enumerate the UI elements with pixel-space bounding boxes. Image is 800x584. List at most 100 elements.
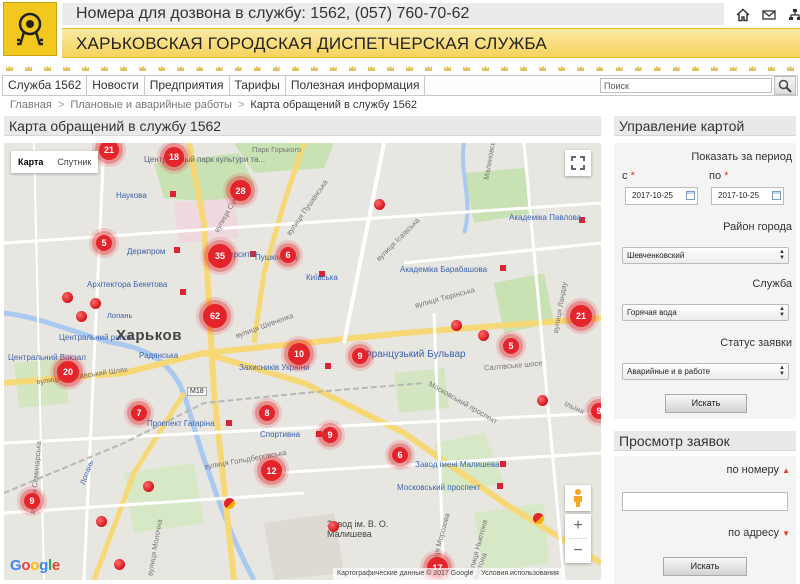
status-select[interactable]: Аварийные и в работе ▲ ▼	[622, 363, 789, 380]
map-label: Спортивна	[260, 430, 301, 439]
cluster-marker[interactable]: 35	[208, 244, 232, 268]
cluster-marker[interactable]: 9	[591, 403, 601, 419]
map-label: Лопань	[107, 311, 133, 320]
cluster-marker[interactable]: 20	[57, 361, 79, 383]
request-marker[interactable]	[224, 498, 235, 509]
logo[interactable]	[3, 2, 57, 56]
status-value: Аварийные и в работе	[627, 367, 711, 376]
by-number-label: по номеру	[726, 464, 780, 476]
request-marker[interactable]	[62, 292, 73, 303]
map-label: Московський проспект	[397, 483, 481, 492]
district-select[interactable]: Шевченковский ▲ ▼	[622, 247, 789, 264]
pegman-icon	[574, 489, 582, 507]
map-label: Парк Горького	[252, 145, 302, 154]
map[interactable]: Центральный парк культури та... Наукова …	[4, 143, 601, 580]
map-label: Академіка Павлова	[509, 213, 582, 222]
cluster-marker[interactable]: 6	[392, 447, 408, 463]
mail-icon[interactable]	[762, 8, 776, 22]
map-control-title: Управление картой	[614, 116, 796, 136]
keys-logo-icon	[17, 12, 43, 46]
search-button[interactable]	[774, 76, 796, 95]
from-label: с *	[622, 170, 635, 182]
breadcrumb-home[interactable]: Главная	[10, 98, 52, 112]
city-label: Харьков	[116, 327, 182, 344]
breadcrumb: Главная > Плановые и аварийные работы > …	[10, 98, 417, 112]
nav-item-tariffs[interactable]: Тарифы	[230, 76, 286, 95]
requests-search-button[interactable]: Искать	[663, 557, 747, 576]
cluster-marker[interactable]: 10	[288, 343, 310, 365]
request-marker[interactable]	[533, 513, 544, 524]
cluster-marker[interactable]: 5	[96, 235, 112, 251]
request-number-input[interactable]	[622, 492, 788, 511]
period-label: Показать за период	[691, 151, 792, 163]
request-marker[interactable]	[537, 395, 548, 406]
district-value: Шевченковский	[627, 251, 685, 260]
cluster-marker[interactable]: 5	[503, 338, 519, 354]
main-nav: Служба 1562 Новости Предприятия Тарифы П…	[2, 75, 798, 96]
zoom-control: + −	[565, 514, 591, 563]
cluster-marker[interactable]: 9	[24, 493, 40, 509]
request-marker[interactable]	[96, 516, 107, 527]
map-label: Завод імені Малишева	[415, 460, 500, 469]
nav-item-enterprises[interactable]: Предприятия	[145, 76, 230, 95]
calendar-icon[interactable]	[772, 191, 781, 200]
search-icon	[778, 79, 792, 93]
request-marker[interactable]	[328, 521, 339, 532]
page: Номера для дозвона в службу: 1562, (057)…	[0, 0, 800, 584]
to-date-input[interactable]: 2017-10-25	[711, 187, 784, 205]
google-logo: Google	[10, 557, 60, 574]
sitemap-icon[interactable]	[788, 8, 800, 22]
service-select[interactable]: Горячая вода ▲ ▼	[622, 304, 789, 321]
district-label: Район города	[723, 221, 792, 233]
cluster-marker[interactable]: 6	[280, 247, 296, 263]
map-search-button[interactable]: Искать	[665, 394, 747, 413]
calendar-icon[interactable]	[686, 191, 695, 200]
nav-item-news[interactable]: Новости	[87, 76, 145, 95]
fullscreen-icon	[571, 156, 585, 170]
request-marker[interactable]	[451, 320, 462, 331]
cluster-marker[interactable]: 8	[259, 405, 275, 421]
map-label: Проспект Гагаріна	[147, 419, 215, 428]
request-marker[interactable]	[76, 311, 87, 322]
to-label: по *	[709, 170, 729, 182]
map-label: Київська	[306, 273, 338, 282]
map-label: Центральный парк культури та...	[144, 155, 266, 164]
breadcrumb-works[interactable]: Плановые и аварийные работы	[70, 98, 232, 112]
map-label: Академіка Барабашова	[400, 265, 488, 274]
cluster-marker[interactable]: 62	[203, 304, 227, 328]
breadcrumb-separator: >	[57, 99, 65, 111]
map-label: M18	[187, 387, 207, 396]
from-date-input[interactable]: 2017-10-25	[625, 187, 698, 205]
by-address-toggle[interactable]: по адресу ▼	[614, 527, 796, 539]
zoom-out-button[interactable]: −	[565, 539, 591, 563]
search-input[interactable]	[600, 78, 772, 93]
map-type-satellite[interactable]: Спутник	[50, 151, 98, 173]
cluster-marker[interactable]: 12	[261, 460, 282, 481]
by-number-toggle[interactable]: по номеру ▲	[614, 464, 796, 476]
request-marker[interactable]	[114, 559, 125, 570]
street-view-button[interactable]	[565, 485, 591, 511]
map-label: Французький Бульвар	[364, 349, 466, 360]
select-arrows-icon: ▲ ▼	[779, 249, 785, 261]
nav-item-service-1562[interactable]: Служба 1562	[3, 76, 88, 95]
request-marker[interactable]	[478, 330, 489, 341]
cluster-marker[interactable]: 21	[570, 305, 592, 327]
zoom-in-button[interactable]: +	[565, 514, 591, 538]
terms-link[interactable]: Условия использования	[481, 570, 559, 577]
map-type-map[interactable]: Карта	[11, 151, 50, 173]
request-marker[interactable]	[374, 199, 385, 210]
cluster-marker[interactable]: 18	[164, 147, 184, 167]
decorative-border	[0, 66, 800, 74]
attribution-text: Картографические данные © 2017 Google	[337, 570, 474, 577]
cluster-marker[interactable]: 9	[322, 427, 338, 443]
caret-down-icon: ▼	[782, 529, 790, 538]
fullscreen-button[interactable]	[565, 150, 591, 176]
cluster-marker[interactable]: 7	[131, 405, 147, 421]
request-marker[interactable]	[143, 481, 154, 492]
cluster-marker[interactable]: 9	[352, 348, 368, 364]
cluster-marker[interactable]: 28	[230, 180, 251, 201]
request-marker[interactable]	[90, 298, 101, 309]
breadcrumb-separator: >	[237, 99, 245, 111]
nav-item-useful-info[interactable]: Полезная информация	[286, 76, 426, 95]
home-icon[interactable]	[736, 8, 750, 22]
